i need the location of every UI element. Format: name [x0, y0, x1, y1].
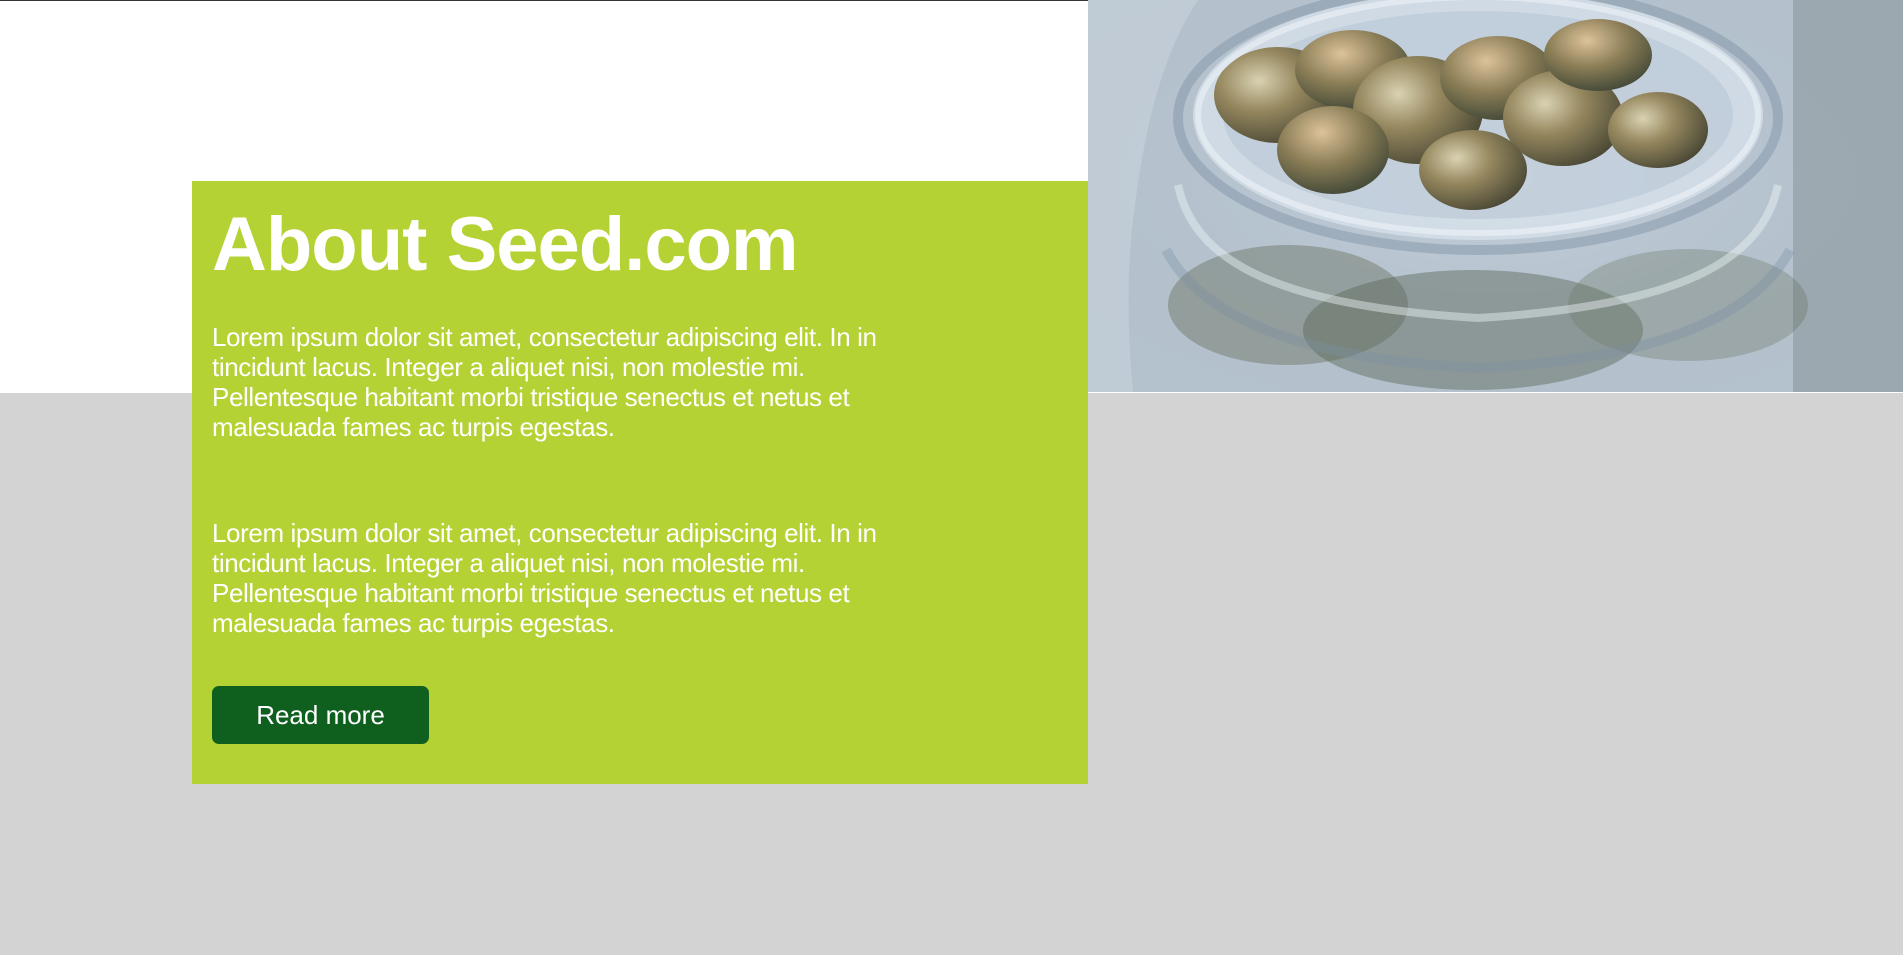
hero-image — [1088, 0, 1903, 392]
about-card: About Seed.com Lorem ipsum dolor sit ame… — [192, 181, 1088, 784]
about-paragraph-2: Lorem ipsum dolor sit amet, consectetur … — [212, 518, 877, 638]
about-title: About Seed.com — [212, 202, 799, 287]
about-paragraph-1: Lorem ipsum dolor sit amet, consectetur … — [212, 322, 877, 442]
read-more-button[interactable]: Read more — [212, 686, 429, 744]
